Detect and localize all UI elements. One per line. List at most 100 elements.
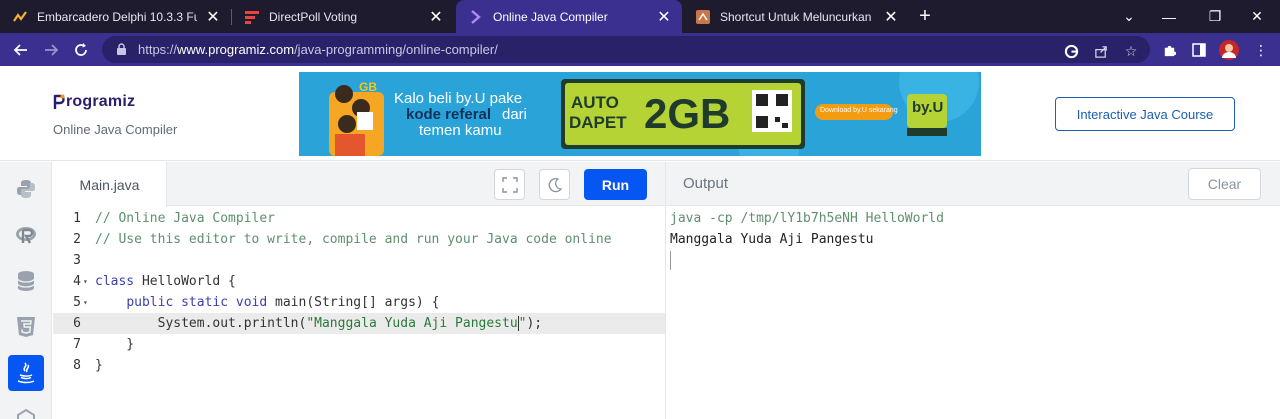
extensions-puzzle-icon[interactable] bbox=[1159, 40, 1179, 60]
forward-arrow-icon[interactable] bbox=[38, 37, 64, 63]
code-token: HelloWorld { bbox=[134, 274, 236, 289]
code-token: public static void bbox=[126, 295, 268, 310]
bookmark-star-icon[interactable]: ☆ bbox=[1122, 42, 1140, 60]
code-editor-pane: Main.java Run 1 // Online Java Compiler 2 /… bbox=[53, 162, 665, 419]
embarcadero-favicon-icon bbox=[12, 9, 28, 25]
browser-toolbar: https://www.programiz.com/java-programmi… bbox=[0, 33, 1280, 66]
ad-copy-line3: temen kamu bbox=[419, 122, 502, 139]
code-line[interactable]: 7 } bbox=[53, 334, 665, 355]
code-line[interactable]: 1 // Online Java Compiler bbox=[53, 208, 665, 229]
ad-gb-badge: GB bbox=[359, 80, 377, 94]
ad-copy-line2b: dari bbox=[502, 106, 528, 123]
menu-kebab-icon[interactable]: ⋮ bbox=[1251, 40, 1271, 60]
lock-icon[interactable] bbox=[114, 43, 128, 57]
code-text: class HelloWorld { bbox=[95, 271, 236, 292]
code-text: public static void main(String[] args) { bbox=[95, 292, 439, 313]
browser-tab-java-compiler[interactable]: Online Java Compiler ✕ bbox=[456, 0, 682, 33]
close-tab-icon[interactable]: ✕ bbox=[426, 7, 446, 27]
output-pane: Output Clear java -cp /tmp/lY1b7h5eNH He… bbox=[666, 162, 1280, 419]
ad-artwork bbox=[299, 72, 981, 156]
reload-icon[interactable] bbox=[68, 37, 94, 63]
close-tab-icon[interactable]: ✕ bbox=[881, 7, 901, 27]
code-token: "Manggala Yuda Aji Pangestu bbox=[306, 316, 518, 331]
ad-download-label: Download by.U sekarang bbox=[820, 107, 898, 114]
interactive-course-button[interactable]: Interactive Java Course bbox=[1055, 97, 1235, 131]
line-number: 5 bbox=[73, 295, 81, 310]
line-number: 4 bbox=[73, 274, 81, 289]
ad-promo-2gb: 2GB bbox=[644, 90, 731, 137]
ad-promo-auto: AUTO bbox=[571, 93, 619, 112]
code-line[interactable]: 4 ▾ class HelloWorld { bbox=[53, 271, 665, 292]
code-line[interactable]: 8} bbox=[53, 355, 665, 376]
line-number: 8 bbox=[73, 358, 81, 373]
code-token: main(String[] args) { bbox=[267, 295, 440, 310]
ad-copy-line2: kode referal bbox=[406, 106, 492, 123]
browser-tab-shortcut[interactable]: Shortcut Untuk Meluncurkan Beb ✕ bbox=[683, 0, 909, 33]
code-text: } bbox=[95, 334, 134, 355]
side-panel-icon[interactable] bbox=[1189, 40, 1209, 60]
code-token: class bbox=[95, 274, 135, 289]
output-console[interactable]: java -cp /tmp/lY1b7h5eNH HelloWorld Mang… bbox=[670, 208, 944, 270]
python-language-icon[interactable] bbox=[8, 171, 44, 207]
page-subtitle: Online Java Compiler bbox=[53, 122, 178, 137]
address-bar[interactable]: https://www.programiz.com/java-programmi… bbox=[102, 36, 1150, 63]
close-tab-icon[interactable]: ✕ bbox=[203, 7, 223, 27]
ad-brand: by.U bbox=[912, 99, 944, 116]
fullscreen-icon[interactable] bbox=[494, 169, 525, 200]
output-result-line: Manggala Yuda Aji Pangestu bbox=[670, 232, 874, 247]
line-number: 2 bbox=[73, 232, 81, 247]
line-number: 3 bbox=[73, 253, 81, 268]
programiz-logo-icon bbox=[53, 94, 65, 109]
dark-mode-moon-icon[interactable] bbox=[539, 169, 570, 200]
google-icon[interactable] bbox=[1062, 42, 1080, 60]
code-text: System.out.println("Manggala Yuda Aji Pa… bbox=[95, 313, 542, 334]
back-arrow-icon[interactable] bbox=[8, 37, 34, 63]
code-token: // Use this editor to write, compile and… bbox=[95, 232, 612, 247]
line-number: 6 bbox=[73, 316, 81, 331]
browser-tab-bar: Embarcadero Delphi 10.3.3 Full V ✕ Direc… bbox=[0, 0, 1280, 33]
advertisement-banner[interactable]: Kalo beli by.U pake kode referal dari te… bbox=[299, 72, 981, 156]
code-token: // Online Java Compiler bbox=[95, 211, 276, 226]
directpoll-favicon-icon bbox=[244, 9, 260, 25]
blog-favicon-icon bbox=[695, 9, 711, 25]
programiz-logo[interactable]: rogramiz bbox=[53, 93, 135, 111]
close-window-icon[interactable]: ✕ bbox=[1234, 0, 1280, 33]
java-language-icon[interactable] bbox=[8, 355, 44, 391]
output-command-line: java -cp /tmp/lY1b7h5eNH HelloWorld bbox=[670, 211, 944, 226]
share-icon[interactable] bbox=[1092, 42, 1110, 60]
fold-arrow-icon[interactable]: ▾ bbox=[83, 292, 88, 313]
code-text: // Use this editor to write, compile and… bbox=[95, 229, 612, 250]
code-area[interactable]: 1 // Online Java Compiler 2 // Use this edi… bbox=[53, 206, 665, 419]
html5-language-icon[interactable] bbox=[8, 309, 44, 345]
code-line[interactable]: 5 ▾ public static void main(String[] args… bbox=[53, 292, 665, 313]
output-title: Output bbox=[683, 175, 729, 192]
run-button[interactable]: Run bbox=[584, 169, 647, 200]
maximize-icon[interactable]: ❐ bbox=[1192, 0, 1238, 33]
fold-arrow-icon[interactable]: ▾ bbox=[83, 271, 88, 292]
sql-database-icon[interactable] bbox=[8, 263, 44, 299]
new-tab-icon[interactable]: + bbox=[913, 4, 937, 28]
editor-tab-bar: Main.java Run bbox=[53, 162, 665, 207]
browser-tab-directpoll[interactable]: DirectPoll Voting ✕ bbox=[232, 0, 454, 33]
ad-promo-dapet: DAPET bbox=[569, 113, 627, 132]
minimize-icon[interactable]: — bbox=[1146, 0, 1192, 33]
profile-avatar[interactable] bbox=[1219, 40, 1239, 60]
code-line[interactable]: 2 // Use this editor to write, compile an… bbox=[53, 229, 665, 250]
code-text: } bbox=[95, 355, 103, 376]
programiz-favicon-icon bbox=[468, 9, 484, 25]
code-token: } bbox=[95, 337, 135, 352]
clear-output-button[interactable]: Clear bbox=[1188, 168, 1261, 200]
code-line[interactable]: 6 System.out.println("Manggala Yuda Aji … bbox=[53, 313, 665, 334]
more-languages-icon[interactable] bbox=[8, 401, 44, 419]
code-token: } bbox=[95, 358, 103, 373]
browser-tab-embarcadero[interactable]: Embarcadero Delphi 10.3.3 Full V ✕ bbox=[0, 0, 231, 33]
close-tab-icon[interactable]: ✕ bbox=[654, 7, 674, 27]
code-token: ); bbox=[526, 316, 543, 331]
file-tab-main-java[interactable]: Main.java bbox=[53, 162, 167, 207]
site-header: rogramiz Online Java Compiler Kalo beli … bbox=[0, 66, 1280, 161]
output-cursor bbox=[670, 251, 671, 270]
ad-copy-line1: Kalo beli by.U pake bbox=[394, 90, 523, 107]
r-language-icon[interactable] bbox=[8, 217, 44, 253]
code-line[interactable]: 3 bbox=[53, 250, 665, 271]
